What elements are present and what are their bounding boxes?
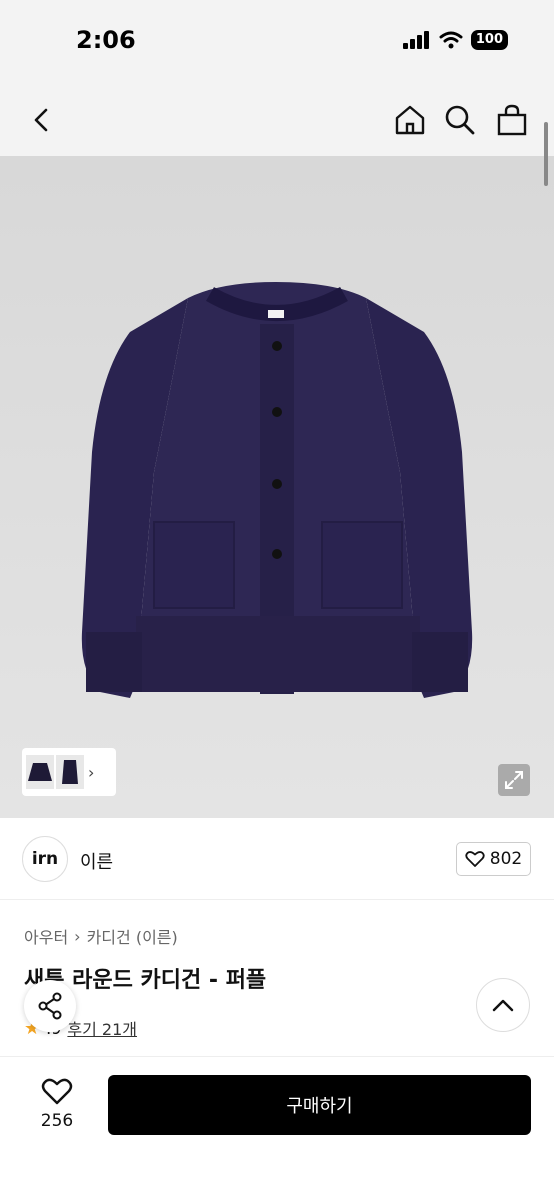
home-icon[interactable] — [394, 104, 426, 136]
chevron-right-icon[interactable]: › — [88, 763, 94, 782]
expand-icon — [505, 771, 523, 789]
share-icon — [38, 992, 62, 1020]
scrollbar[interactable] — [544, 122, 548, 186]
chevron-right-icon: › — [74, 926, 81, 946]
brand-row: irn 이른 802 — [0, 818, 554, 900]
thumbnail-1[interactable] — [26, 755, 54, 789]
bottom-action-bar: 256 구매하기 — [0, 1056, 554, 1200]
brand-name[interactable]: 이른 — [80, 848, 113, 874]
product-image-carousel[interactable]: › — [0, 156, 554, 818]
thumbnail-2[interactable] — [56, 755, 84, 789]
breadcrumb-subcategory[interactable]: 카디건 (이른) — [87, 924, 178, 948]
brand-logo[interactable]: irn — [22, 836, 68, 882]
signal-icon — [402, 31, 429, 49]
thumbnail-cardigan-icon — [62, 760, 78, 784]
back-icon[interactable] — [26, 104, 56, 136]
search-icon[interactable] — [444, 104, 476, 136]
status-icons: 100 — [402, 30, 508, 50]
heart-icon — [41, 1078, 73, 1105]
wishlist-count: 256 — [40, 1111, 74, 1131]
buy-button[interactable]: 구매하기 — [108, 1075, 531, 1135]
battery-indicator: 100 — [470, 30, 508, 50]
review-link[interactable]: 후기 21개 — [67, 1016, 137, 1040]
expand-button[interactable] — [498, 764, 530, 796]
scroll-top-button[interactable] — [476, 978, 530, 1032]
thumbnail-strip[interactable]: › — [22, 748, 116, 796]
heart-icon — [465, 851, 485, 867]
breadcrumb: 아우터 › 카디건 (이른) — [24, 924, 178, 948]
status-bar: 2:06 100 — [0, 0, 554, 84]
breadcrumb-category[interactable]: 아우터 — [24, 924, 68, 948]
thumbnail-cardigan-icon — [28, 763, 52, 781]
nav-bar — [0, 84, 554, 156]
chevron-up-icon — [492, 999, 514, 1012]
wifi-icon — [439, 31, 463, 49]
shopping-bag-icon[interactable] — [496, 104, 528, 136]
brand-like-count: 802 — [489, 849, 523, 869]
share-button[interactable] — [24, 980, 76, 1032]
cardigan-image — [81, 282, 473, 698]
wishlist-button[interactable]: 256 — [38, 1077, 76, 1131]
brand-like-button[interactable]: 802 — [456, 842, 531, 876]
status-time: 2:06 — [76, 26, 136, 54]
